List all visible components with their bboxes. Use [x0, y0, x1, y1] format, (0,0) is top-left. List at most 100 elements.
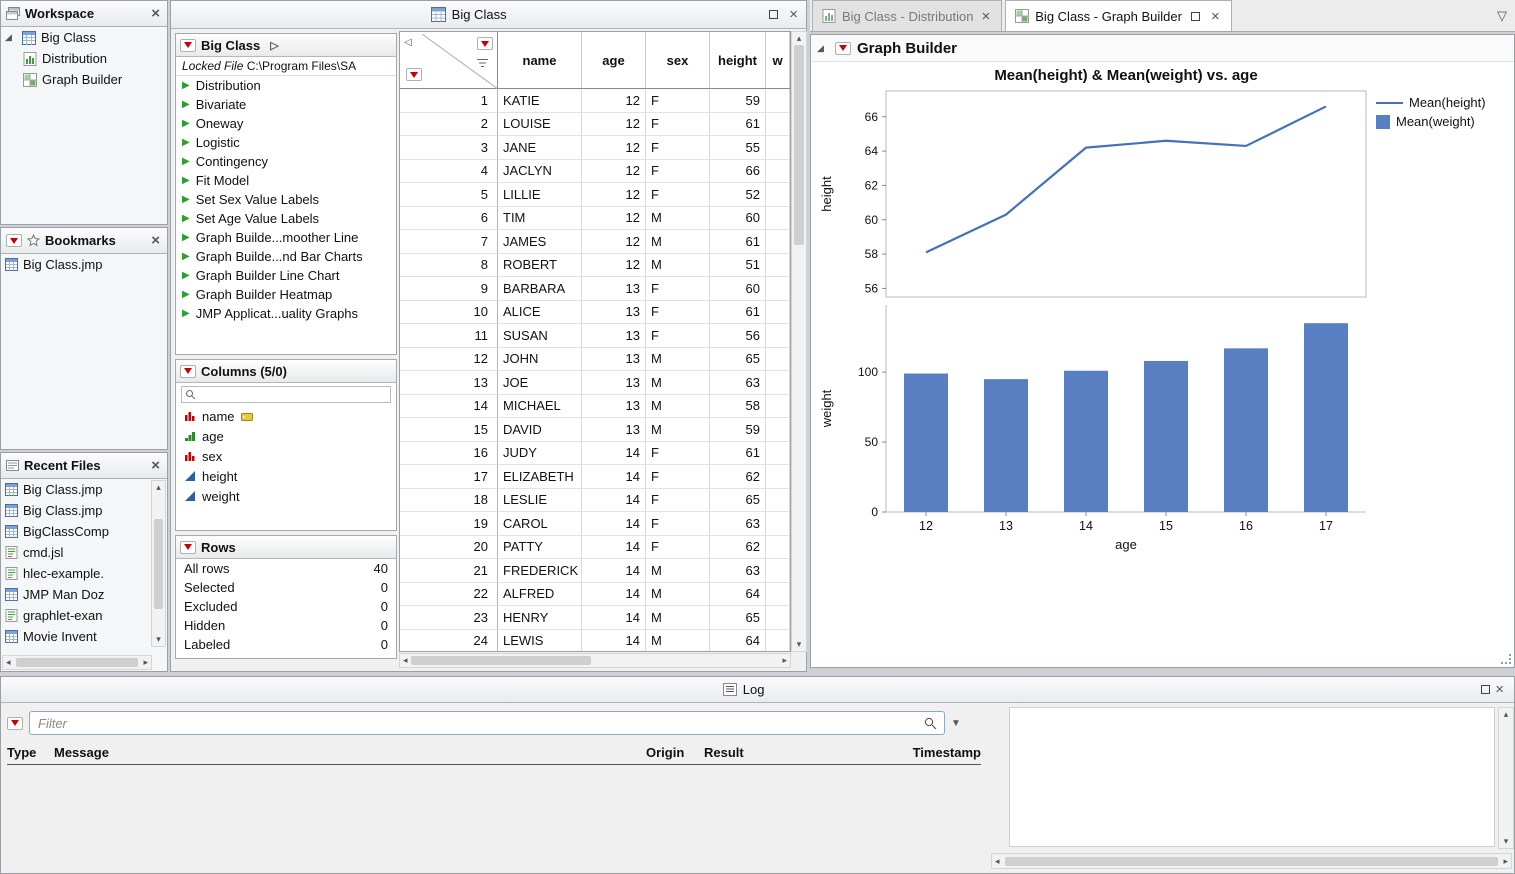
scroll-up-icon[interactable]: ▴ — [153, 481, 164, 494]
row-number[interactable]: 20 — [400, 536, 498, 560]
table-row[interactable]: 19CAROL14F63 — [400, 512, 790, 536]
bookmark-item[interactable]: Big Class.jmp — [1, 254, 167, 275]
scroll-up-icon[interactable]: ▴ — [794, 32, 805, 45]
table-row[interactable]: 10ALICE13F61 — [400, 301, 790, 325]
search-icon[interactable] — [924, 717, 937, 730]
table-row[interactable]: 11SUSAN13F56 — [400, 324, 790, 348]
column-header-age[interactable]: age — [582, 32, 646, 88]
table-row[interactable]: 17ELIZABETH14F62 — [400, 465, 790, 489]
column-header-w[interactable]: w — [766, 32, 790, 88]
table-script-item[interactable]: ▶Graph Builder Line Chart — [176, 266, 396, 285]
row-number[interactable]: 21 — [400, 559, 498, 583]
log-filter-input[interactable] — [29, 711, 945, 735]
mean-weight-bar[interactable] — [1304, 323, 1348, 512]
row-number[interactable]: 13 — [400, 371, 498, 395]
row-number[interactable]: 22 — [400, 583, 498, 607]
table-row[interactable]: 24LEWIS14M64 — [400, 630, 790, 653]
column-header-height[interactable]: height — [710, 32, 766, 88]
row-number[interactable]: 14 — [400, 395, 498, 419]
red-triangle-menu-icon[interactable] — [180, 541, 196, 554]
table-vertical-scrollbar[interactable]: ▴ ▾ — [791, 31, 807, 652]
scroll-up-icon[interactable]: ▴ — [1501, 708, 1512, 721]
table-horizontal-scrollbar[interactable]: ◂ ▸ — [399, 653, 791, 668]
log-window-titlebar[interactable]: Log × — [1, 677, 1514, 703]
tree-item-distribution[interactable]: Distribution — [1, 48, 167, 69]
recent-file-item[interactable]: JMP Man Doz — [1, 584, 167, 605]
scroll-right-icon[interactable]: ▸ — [1500, 855, 1511, 868]
log-column-type[interactable]: Type — [7, 745, 54, 760]
row-number[interactable]: 6 — [400, 207, 498, 231]
table-row[interactable]: 3JANE12F55 — [400, 136, 790, 160]
columns-red-triangle-icon[interactable] — [477, 37, 493, 50]
row-number[interactable]: 24 — [400, 630, 498, 653]
table-row[interactable]: 21FREDERICK14M63 — [400, 559, 790, 583]
log-column-message[interactable]: Message — [54, 745, 646, 760]
mean-weight-bar[interactable] — [1144, 361, 1188, 512]
columns-search-input[interactable] — [181, 386, 391, 403]
table-row[interactable]: 4JACLYN12F66 — [400, 160, 790, 184]
mean-weight-bar[interactable] — [904, 374, 948, 512]
row-number[interactable]: 1 — [400, 89, 498, 113]
horizontal-scrollbar[interactable]: ◂ ▸ — [2, 655, 152, 670]
maximize-icon[interactable] — [769, 10, 778, 19]
row-number[interactable]: 19 — [400, 512, 498, 536]
collapse-panel-icon[interactable]: ▷ — [270, 39, 278, 52]
log-column-result[interactable]: Result — [704, 745, 766, 760]
table-script-item[interactable]: ▶Graph Builde...nd Bar Charts — [176, 247, 396, 266]
mean-weight-bar[interactable] — [1064, 371, 1108, 512]
row-number[interactable]: 8 — [400, 254, 498, 278]
rows-stat-row[interactable]: Labeled0 — [176, 635, 396, 654]
horizontal-scrollbar[interactable]: ◂ ▸ — [991, 853, 1512, 869]
table-script-item[interactable]: ▶Distribution — [176, 76, 396, 95]
table-row[interactable]: 7JAMES12M61 — [400, 230, 790, 254]
scroll-left-icon[interactable]: ◂ — [400, 654, 411, 667]
close-icon[interactable]: × — [149, 233, 162, 248]
collapse-report-icon[interactable]: ◢ — [817, 43, 829, 54]
table-row[interactable]: 16JUDY14F61 — [400, 442, 790, 466]
table-row[interactable]: 9BARBARA13F60 — [400, 277, 790, 301]
row-number[interactable]: 4 — [400, 160, 498, 184]
tab-list-dropdown-icon[interactable]: ▽ — [1497, 8, 1507, 24]
table-row[interactable]: 8ROBERT12M51 — [400, 254, 790, 278]
table-row[interactable]: 5LILLIE12F52 — [400, 183, 790, 207]
table-row[interactable]: 20PATTY14F62 — [400, 536, 790, 560]
scroll-down-icon[interactable]: ▾ — [153, 633, 164, 646]
red-triangle-menu-icon[interactable] — [6, 234, 22, 247]
column-list-item[interactable]: name — [176, 406, 396, 426]
rows-stat-row[interactable]: Excluded0 — [176, 597, 396, 616]
row-number[interactable]: 15 — [400, 418, 498, 442]
table-row[interactable]: 18LESLIE14F65 — [400, 489, 790, 513]
table-script-item[interactable]: ▶Set Age Value Labels — [176, 209, 396, 228]
table-row[interactable]: 1KATIE12F59 — [400, 89, 790, 113]
scroll-down-icon[interactable]: ▾ — [794, 638, 805, 651]
maximize-tab-icon[interactable] — [1191, 12, 1200, 21]
row-filter-icon[interactable] — [476, 58, 489, 69]
vertical-scrollbar[interactable]: ▴ ▾ — [151, 480, 166, 647]
table-row[interactable]: 14MICHAEL13M58 — [400, 395, 790, 419]
row-number[interactable]: 5 — [400, 183, 498, 207]
table-row[interactable]: 23HENRY14M65 — [400, 606, 790, 630]
table-script-item[interactable]: ▶Oneway — [176, 114, 396, 133]
recent-file-item[interactable]: hlec-example. — [1, 563, 167, 584]
row-number[interactable]: 10 — [400, 301, 498, 325]
row-number[interactable]: 12 — [400, 348, 498, 372]
table-script-item[interactable]: ▶Graph Builde...moother Line — [176, 228, 396, 247]
row-number[interactable]: 7 — [400, 230, 498, 254]
expand-triangle-icon[interactable]: ◢ — [5, 32, 17, 43]
red-triangle-menu-icon[interactable] — [180, 365, 196, 378]
recent-file-item[interactable]: BigClassComp — [1, 521, 167, 542]
scroll-right-icon[interactable]: ▸ — [779, 654, 790, 667]
tree-item-big-class[interactable]: ◢ Big Class — [1, 27, 167, 48]
table-script-item[interactable]: ▶Fit Model — [176, 171, 396, 190]
row-number[interactable]: 18 — [400, 489, 498, 513]
column-list-item[interactable]: weight — [176, 486, 396, 506]
table-script-item[interactable]: ▶Set Sex Value Labels — [176, 190, 396, 209]
table-script-item[interactable]: ▶Bivariate — [176, 95, 396, 114]
column-header-name[interactable]: name — [498, 32, 582, 88]
rows-red-triangle-icon[interactable] — [406, 68, 422, 81]
log-detail-content[interactable] — [1009, 707, 1495, 847]
column-list-item[interactable]: age — [176, 426, 396, 446]
red-triangle-menu-icon[interactable] — [7, 717, 23, 730]
mean-weight-bar[interactable] — [984, 379, 1028, 512]
red-triangle-menu-icon[interactable] — [180, 39, 196, 52]
